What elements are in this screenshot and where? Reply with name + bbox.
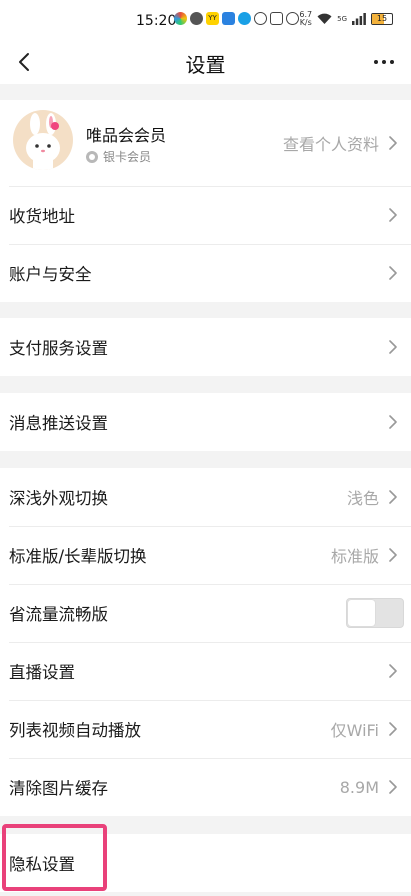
- status-right: 6.7 K/s 5G 15: [299, 11, 393, 27]
- account-security-row[interactable]: 账户与安全: [0, 244, 411, 302]
- network-type-label: 5G: [337, 15, 347, 23]
- page-title: 设置: [185, 53, 226, 77]
- chevron-right-icon: [389, 208, 397, 222]
- profile-section: 唯品会会员 银卡会员 查看个人资料 收货地址 账户与安全: [0, 100, 411, 302]
- video-autoplay-row[interactable]: 列表视频自动播放 仅WiFi: [0, 700, 411, 758]
- chevron-right-icon: [389, 490, 397, 504]
- push-notification-row[interactable]: 消息推送设置: [0, 393, 411, 451]
- more-menu-button[interactable]: [369, 48, 399, 76]
- chevron-right-icon: [389, 136, 397, 150]
- live-settings-row[interactable]: 直播设置: [0, 642, 411, 700]
- privacy-section: 隐私设置: [0, 834, 411, 892]
- chevron-right-icon: [389, 664, 397, 678]
- chevron-right-icon: [389, 548, 397, 562]
- chevron-right-icon: [389, 340, 397, 354]
- chevron-right-icon: [389, 415, 397, 429]
- chevron-right-icon: [389, 722, 397, 736]
- send-icon: [222, 12, 235, 25]
- avatar[interactable]: [13, 110, 73, 170]
- privacy-settings-row[interactable]: 隐私设置: [0, 834, 411, 892]
- row-value: 标准版: [330, 547, 379, 566]
- app-icon: [174, 12, 187, 25]
- row-value: 8.9M: [339, 777, 379, 797]
- version-switch-row[interactable]: 标准版/长辈版切换 标准版: [0, 526, 411, 584]
- payment-section: 支付服务设置: [0, 318, 411, 376]
- row-label: 清除图片缓存: [9, 779, 108, 798]
- preferences-section: 深浅外观切换 浅色 标准版/长辈版切换 标准版 省流量流畅版 直播设置 列表视频…: [0, 468, 411, 816]
- clear-cache-row[interactable]: 清除图片缓存 8.9M: [0, 758, 411, 816]
- more-dot-icon: [390, 60, 394, 64]
- message-section: 消息推送设置: [0, 393, 411, 451]
- more-dot-icon: [374, 60, 378, 64]
- data-saver-toggle[interactable]: [346, 598, 404, 628]
- payment-settings-row[interactable]: 支付服务设置: [0, 318, 411, 376]
- wechat-icon: [190, 12, 203, 25]
- member-badge: 银卡会员: [86, 148, 151, 165]
- row-label: 收货地址: [9, 207, 75, 226]
- row-label: 支付服务设置: [9, 339, 108, 358]
- row-label: 列表视频自动播放: [9, 721, 141, 740]
- toggle-knob: [348, 600, 375, 626]
- row-label: 省流量流畅版: [9, 605, 108, 624]
- medal-icon: [86, 150, 98, 163]
- row-label: 标准版/长辈版切换: [9, 547, 147, 566]
- appearance-row[interactable]: 深浅外观切换 浅色: [0, 468, 411, 526]
- status-time: 15:20: [136, 13, 177, 29]
- nav-bar: 设置: [0, 40, 411, 84]
- row-label: 隐私设置: [9, 855, 75, 874]
- cloud-icon: [238, 12, 251, 25]
- profile-row[interactable]: 唯品会会员 银卡会员 查看个人资料: [0, 100, 411, 186]
- row-label: 直播设置: [9, 663, 75, 682]
- network-speed: 6.7 K/s: [299, 10, 313, 27]
- address-row[interactable]: 收货地址: [0, 186, 411, 244]
- notification-icons: YY: [174, 12, 299, 25]
- signal-icon: [352, 13, 366, 25]
- more-dot-icon: [382, 60, 386, 64]
- chevron-right-icon: [389, 266, 397, 280]
- row-label: 账户与安全: [9, 265, 92, 284]
- member-level: 银卡会员: [103, 150, 152, 164]
- battery-icon: 15: [371, 13, 393, 25]
- status-bar: 15:20 YY 6.7 K/s 5G 15: [0, 0, 411, 40]
- row-label: 消息推送设置: [9, 414, 108, 433]
- row-label: 深浅外观切换: [9, 489, 108, 508]
- n-icon: [270, 12, 283, 25]
- data-saver-row: 省流量流畅版: [0, 584, 411, 642]
- profile-name: 唯品会会员: [86, 126, 167, 145]
- chevron-right-icon: [389, 780, 397, 794]
- nfc-icon: [254, 12, 267, 25]
- wifi-icon: [317, 13, 332, 24]
- row-value: 仅WiFi: [330, 721, 379, 740]
- view-profile-link[interactable]: 查看个人资料: [283, 131, 379, 155]
- yy-icon: YY: [206, 12, 219, 25]
- row-value: 浅色: [346, 489, 379, 508]
- bunny-avatar-icon: [26, 113, 60, 170]
- alarm-icon: [286, 12, 299, 25]
